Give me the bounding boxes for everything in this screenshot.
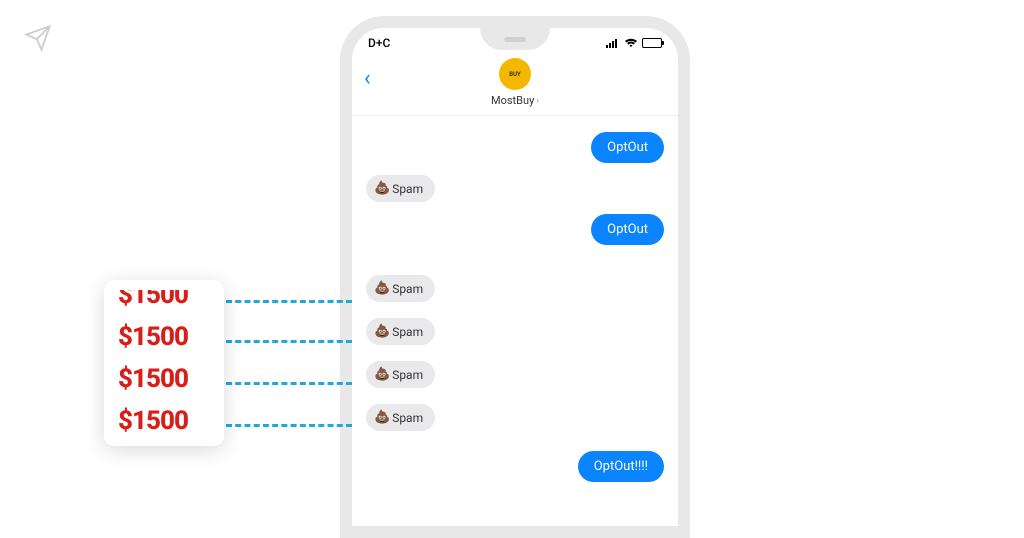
message-text: OptOut!!!! (594, 459, 648, 474)
carrier-label: D+C (368, 36, 390, 50)
connector-line (226, 300, 352, 303)
message-text: OptOut (607, 222, 648, 237)
poop-icon: 💩 (374, 324, 390, 339)
poop-icon: 💩 (374, 367, 390, 382)
price-value: $1500 (118, 322, 188, 352)
connector-line (226, 382, 352, 385)
chat-header: ‹ BUY MostBuy › (352, 54, 678, 116)
message-outgoing[interactable]: OptOut!!!! (578, 451, 664, 482)
phone-notch (480, 28, 550, 50)
message-text: Spam (392, 182, 423, 196)
message-incoming[interactable]: 💩Spam (366, 275, 435, 302)
message-text: Spam (392, 282, 423, 296)
price-card: $1500 $1500 $1500 $1500 (104, 280, 224, 446)
price-row: $1500 (118, 322, 210, 352)
paper-plane-icon (24, 24, 52, 56)
message-text: OptOut (607, 140, 648, 155)
price-row: $1500 (118, 290, 210, 310)
poop-icon: 💩 (374, 410, 390, 425)
contact-name[interactable]: MostBuy › (491, 94, 539, 107)
message-outgoing[interactable]: OptOut (591, 214, 664, 245)
message-text: Spam (392, 325, 423, 339)
phone-frame: D+C ‹ BUY MostBuy › OptOut 💩Spam OptOut … (340, 16, 690, 538)
price-row: $1500 (118, 364, 210, 394)
avatar[interactable]: BUY (499, 58, 531, 90)
contact-label: MostBuy (491, 94, 534, 107)
message-incoming[interactable]: 💩Spam (366, 318, 435, 345)
message-incoming[interactable]: 💩Spam (366, 175, 435, 202)
price-value: $1500 (118, 406, 188, 436)
message-text: Spam (392, 368, 423, 382)
price-row: $1500 (118, 406, 210, 436)
poop-icon: 💩 (374, 181, 390, 196)
signal-icon (606, 38, 620, 48)
connector-line (226, 424, 352, 427)
price-value: $1500 (118, 290, 188, 310)
chevron-right-icon: › (536, 96, 539, 106)
wifi-icon (624, 38, 638, 48)
battery-icon (642, 38, 662, 48)
message-list: OptOut 💩Spam OptOut 💩Spam 💩Spam 💩Spam 💩S… (352, 116, 678, 498)
message-incoming[interactable]: 💩Spam (366, 361, 435, 388)
avatar-label: BUY (509, 71, 521, 78)
poop-icon: 💩 (374, 281, 390, 296)
message-text: Spam (392, 411, 423, 425)
message-incoming[interactable]: 💩Spam (366, 404, 435, 431)
price-value: $1500 (118, 364, 188, 394)
connector-line (226, 340, 352, 343)
back-button[interactable]: ‹ (364, 66, 371, 91)
message-outgoing[interactable]: OptOut (591, 132, 664, 163)
